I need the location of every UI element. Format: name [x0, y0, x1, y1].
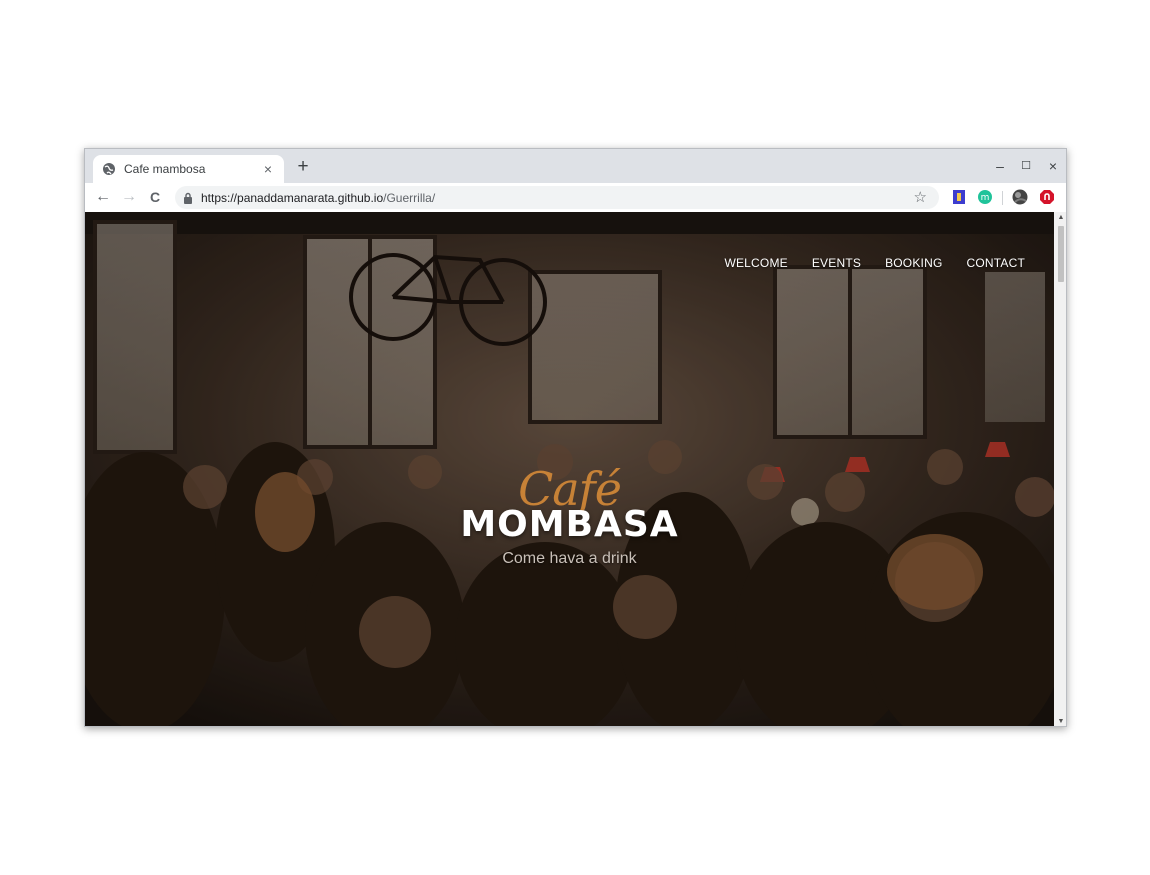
tab-title: Cafe mambosa: [124, 162, 206, 176]
site-navigation: WELCOME EVENTS BOOKING CONTACT: [724, 256, 1025, 270]
scrollbar-thumb[interactable]: [1058, 226, 1064, 282]
browser-window: Cafe mambosa × + – ☐ × ← → C https://pan…: [84, 148, 1067, 727]
url-path: /Guerrilla/: [383, 190, 436, 205]
hero-title: MOMBASA: [460, 504, 679, 545]
tab-strip: Cafe mambosa × + – ☐ ×: [85, 149, 1066, 183]
url-host: https://panaddamanarata.github.io: [201, 190, 384, 205]
lock-icon: [184, 192, 192, 204]
nav-link-contact[interactable]: CONTACT: [966, 256, 1025, 270]
hero-subtitle: Come hava a drink: [502, 550, 637, 567]
nav-link-booking[interactable]: BOOKING: [885, 256, 942, 270]
scroll-up-arrow-icon[interactable]: ▲: [1054, 212, 1066, 224]
browser-tab[interactable]: Cafe mambosa ×: [93, 155, 284, 183]
page-viewport: WELCOME EVENTS BOOKING CONTACT Café MOMB…: [85, 212, 1054, 726]
mercury-extension-icon[interactable]: m: [977, 189, 993, 205]
browser-toolbar: ← → C https://panaddamanarata.github.io/…: [85, 183, 1066, 212]
close-window-button[interactable]: ×: [1041, 156, 1065, 176]
bookmark-star-icon[interactable]: ☆: [914, 188, 927, 206]
toolbar-separator: [1002, 191, 1003, 205]
tab-close-icon[interactable]: ×: [258, 161, 278, 177]
minimize-button[interactable]: –: [988, 156, 1012, 176]
maximize-button[interactable]: ☐: [1014, 156, 1038, 176]
back-button[interactable]: ←: [92, 186, 114, 208]
vertical-scrollbar[interactable]: ▲ ▼: [1054, 212, 1066, 726]
nav-link-welcome[interactable]: WELCOME: [724, 256, 787, 270]
bookmark-extension-icon[interactable]: [951, 189, 967, 205]
svg-text:m: m: [981, 193, 990, 203]
forward-button[interactable]: →: [118, 186, 140, 208]
url-text: https://panaddamanarata.github.io/Guerri…: [201, 191, 435, 205]
reload-button[interactable]: C: [144, 186, 166, 208]
profile-avatar-icon[interactable]: [1012, 189, 1028, 205]
address-bar[interactable]: https://panaddamanarata.github.io/Guerri…: [175, 186, 939, 209]
adblock-extension-icon[interactable]: [1039, 189, 1055, 205]
scroll-down-arrow-icon[interactable]: ▼: [1054, 716, 1066, 726]
nav-link-events[interactable]: EVENTS: [812, 256, 861, 270]
globe-icon: [103, 163, 115, 175]
new-tab-button[interactable]: +: [293, 156, 313, 178]
